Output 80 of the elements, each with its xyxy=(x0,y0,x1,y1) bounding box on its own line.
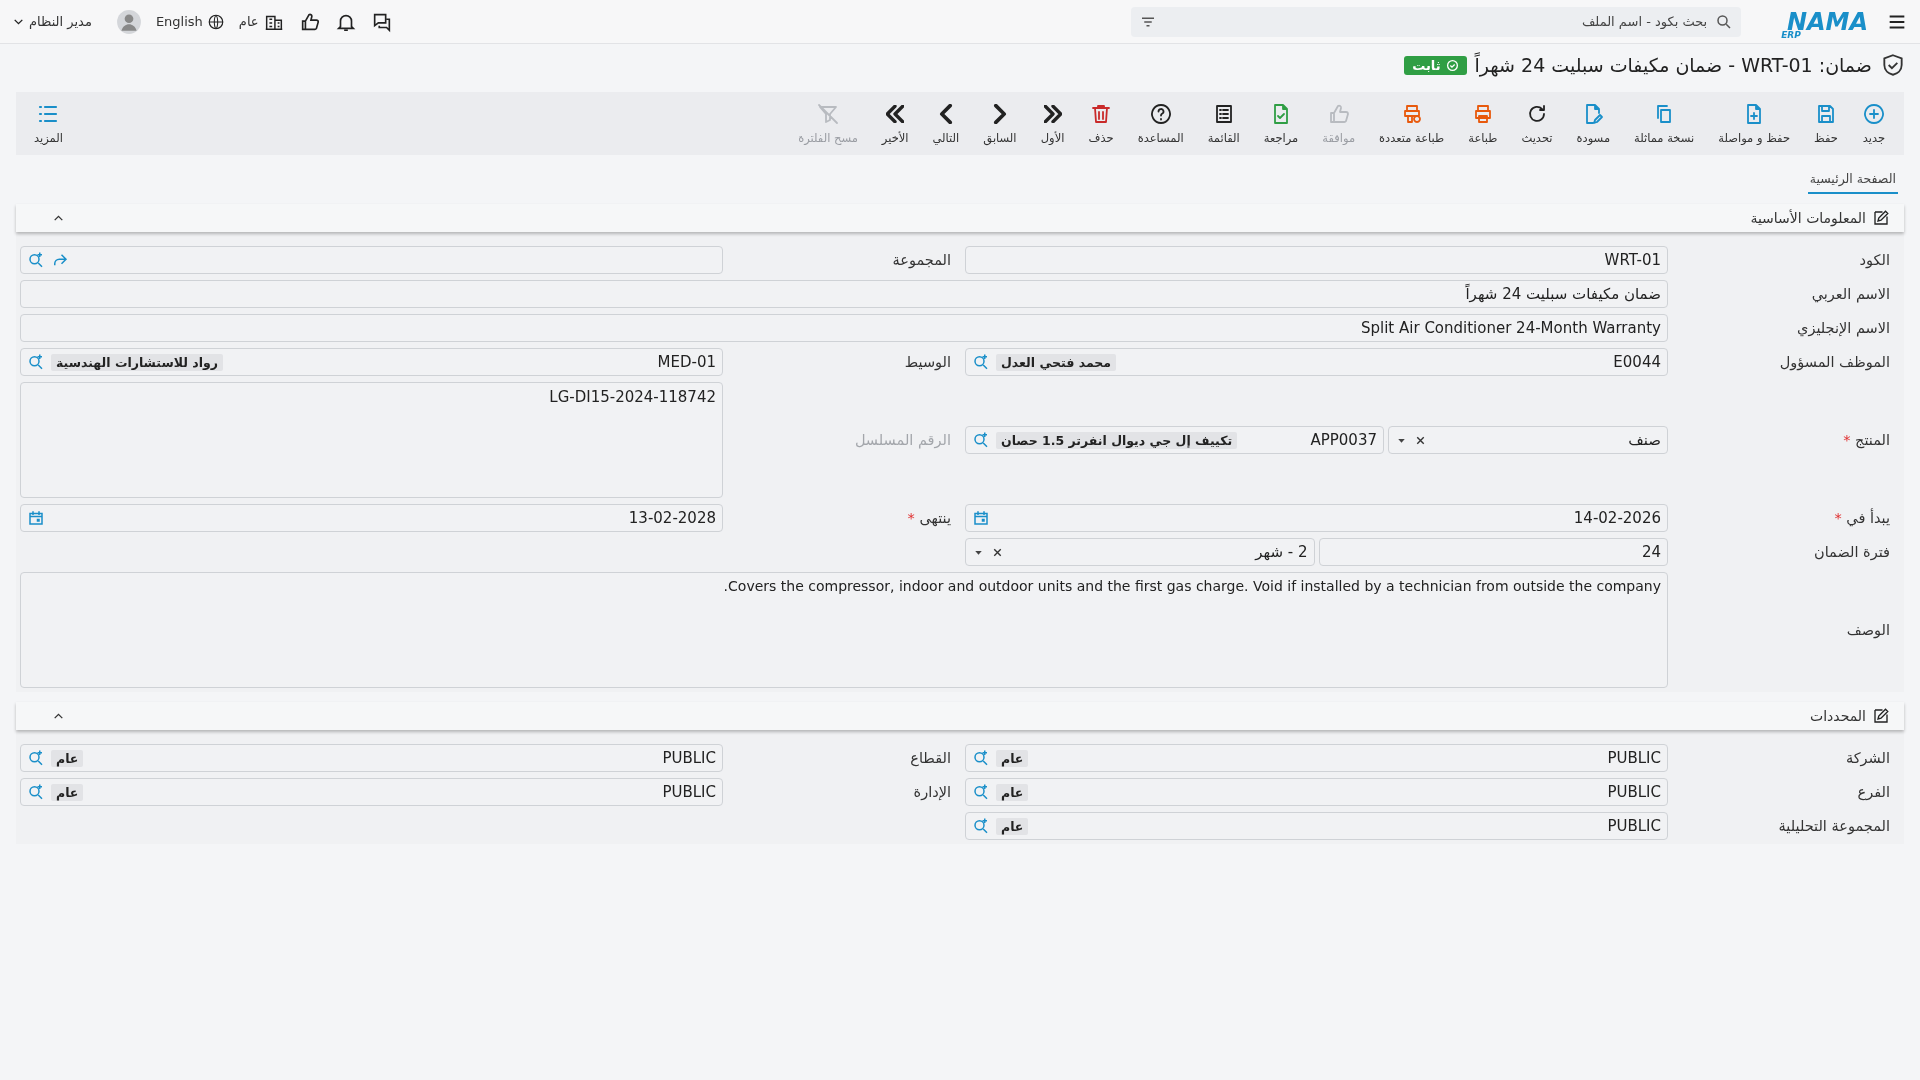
field-label: الوصف xyxy=(1845,622,1891,638)
field-label: المجموعة xyxy=(891,252,952,268)
scope-button[interactable]: عام xyxy=(238,10,285,33)
toolbar-button[interactable]: القائمة xyxy=(1197,102,1250,145)
check-circle-icon xyxy=(1445,58,1459,72)
search-icon[interactable] xyxy=(972,749,990,767)
number-field[interactable]: 24 xyxy=(1318,538,1668,566)
language-button[interactable]: English xyxy=(155,12,225,31)
name-tag: عام xyxy=(51,783,84,801)
toolbar-button[interactable]: حذف xyxy=(1078,102,1124,145)
edit-icon xyxy=(1872,707,1890,725)
field-label: الوسيط xyxy=(903,354,952,370)
text-field[interactable]: WRT-01 xyxy=(965,246,1668,274)
section-title: المحددات xyxy=(1810,708,1866,724)
toolbar-button[interactable]: جديد xyxy=(1852,102,1896,145)
toolbar-button[interactable]: تحديث xyxy=(1511,102,1563,145)
field-label: الاسم الإنجليزي xyxy=(1796,320,1891,336)
toolbar-button[interactable]: الأول xyxy=(1030,102,1075,145)
toolbar-button[interactable]: طباعة متعددة xyxy=(1369,102,1455,145)
name-tag: عام xyxy=(996,817,1029,835)
date-field[interactable]: 14-02-2026 xyxy=(965,504,1668,532)
toolbar-button[interactable]: السابق xyxy=(973,102,1027,145)
toolbar-button[interactable]: نسخة مماثلة xyxy=(1624,102,1705,145)
field-label: فترة الضمان xyxy=(1813,544,1891,560)
more-button[interactable]: المزيد xyxy=(24,102,73,145)
search-icon[interactable] xyxy=(27,251,45,269)
page-title: ضمان: WRT-01 - ضمان مكيفات سبليت 24 شهراً xyxy=(1474,54,1872,76)
field-label: الرقم المسلسل xyxy=(853,432,952,448)
search-icon[interactable] xyxy=(972,817,990,835)
name-tag: عام xyxy=(996,783,1029,801)
name-tag: عام xyxy=(996,749,1029,767)
search-icon[interactable] xyxy=(27,749,45,767)
toolbar-button[interactable]: مسودة xyxy=(1566,102,1621,145)
avatar-icon[interactable] xyxy=(115,8,142,35)
field-label: الاسم العربي xyxy=(1810,286,1891,302)
calendar-icon[interactable] xyxy=(27,509,45,527)
user-menu[interactable]: مدير النظام xyxy=(12,14,92,29)
date-field[interactable]: 13-02-2028 xyxy=(20,504,723,532)
section-header[interactable]: المعلومات الأساسية xyxy=(16,204,1904,232)
search-icon[interactable] xyxy=(972,783,990,801)
toolbar-button[interactable]: المساعدة xyxy=(1127,102,1194,145)
status-text: ثابت xyxy=(1412,57,1441,73)
field-label: الفرع xyxy=(1856,784,1891,800)
search-icon[interactable] xyxy=(972,353,990,371)
field-label: ينتهى * xyxy=(906,510,952,526)
toolbar-button[interactable]: مراجعة xyxy=(1253,102,1309,145)
field-label: الإدارة xyxy=(912,784,952,800)
edit-icon xyxy=(1872,209,1890,227)
search-icon[interactable] xyxy=(972,431,990,449)
text-field[interactable]: ضمان مكيفات سبليت 24 شهراً xyxy=(20,280,1668,308)
search-icon[interactable] xyxy=(27,353,45,371)
name-tag: عام xyxy=(51,749,84,767)
name-tag: تكييف إل جي ديوال انفرتر 1.5 حصان xyxy=(996,431,1238,449)
toolbar-button[interactable]: طباعة xyxy=(1458,102,1508,145)
field-label: يبدأ في * xyxy=(1833,510,1891,526)
text-area[interactable]: Covers the compressor, indoor and outdoor units and the first gas charge. Void if installed by a technician from outside the company. xyxy=(20,572,1668,688)
unit-select[interactable]: 2 - شهر xyxy=(965,538,1315,566)
field-label: المنتج * xyxy=(1842,432,1891,448)
field-label: الموظف المسؤول xyxy=(1778,354,1891,370)
section-title: المعلومات الأساسية xyxy=(1750,210,1866,226)
section-header[interactable]: المحددات xyxy=(16,702,1904,730)
text-field[interactable]: Split Air Conditioner 24-Month Warranty xyxy=(20,314,1668,342)
search-field[interactable]: بحث بكود - اسم الملف xyxy=(1131,6,1742,37)
tab[interactable]: الصفحة الرئيسية xyxy=(1807,167,1898,194)
lookup-field[interactable] xyxy=(20,246,723,274)
toolbar-button[interactable]: حفظ و مواصلة xyxy=(1708,102,1800,145)
globe-icon xyxy=(206,12,225,31)
type-select[interactable]: صنف xyxy=(1388,426,1668,454)
calendar-icon[interactable] xyxy=(972,509,990,527)
shield-icon xyxy=(1880,52,1906,78)
field-label: القطاع xyxy=(909,750,952,766)
field-label: المجموعة التحليلية xyxy=(1777,818,1891,834)
toolbar-button[interactable]: حفظ xyxy=(1804,102,1848,145)
field-label: الكود xyxy=(1858,252,1891,268)
field-label: الشركة xyxy=(1844,750,1891,766)
search-icon[interactable] xyxy=(27,783,45,801)
toolbar-button[interactable]: الأخير xyxy=(871,102,919,145)
name-tag: رواد للاستشارات الهندسية xyxy=(51,353,223,371)
toolbar-button[interactable]: التالي xyxy=(922,102,970,145)
name-tag: محمد فتحي العدل xyxy=(996,353,1117,371)
